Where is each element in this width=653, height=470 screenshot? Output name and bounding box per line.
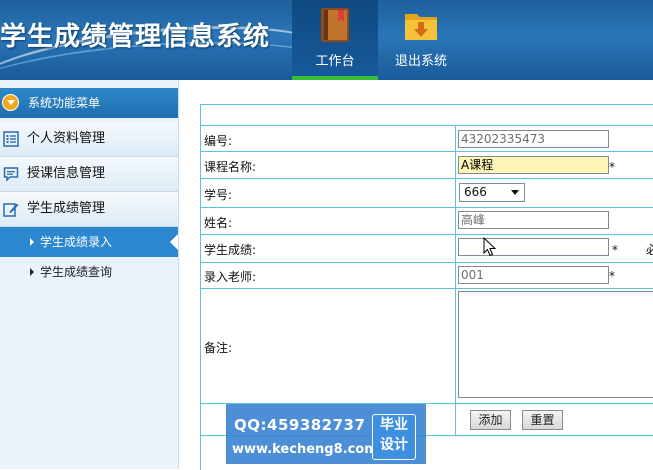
form-row-name: 姓名: 高峰 [201,208,653,235]
sidebar-item-score[interactable]: 学生成绩管理 [0,192,178,227]
form-row-score: 学生成绩: * 必 [201,235,653,263]
field-label: 备注: [204,341,233,355]
sidebar: 系统功能菜单 个人资料管理 授课信息管理 学生成绩管理 学生成绩录入 学生成绩查… [0,80,179,469]
sidebar-header-label: 系统功能菜单 [28,96,101,110]
sidebar-item-label: 授课信息管理 [27,166,106,181]
column-divider [455,208,456,234]
column-divider [455,235,456,262]
watermark-badge-line2: 设计 [380,437,408,453]
required-mark: * [609,160,615,174]
sidebar-subitem-label: 学生成绩录入 [40,235,113,249]
score-input[interactable] [458,238,609,256]
mouse-cursor-icon [483,237,497,257]
caret-right-icon [30,238,34,246]
sidebar-item-profile[interactable]: 个人资料管理 [0,122,178,157]
sidebar-subitem-score-entry[interactable]: 学生成绩录入 [0,227,178,257]
sidebar-subitem-label: 学生成绩查询 [40,265,113,279]
download-folder-icon [405,14,437,40]
teacher-input[interactable]: 001 [458,266,609,284]
remark-textarea[interactable] [458,291,653,398]
sidebar-header[interactable]: 系统功能菜单 [0,88,178,118]
chevron-down-icon [511,190,519,195]
watermark-badge: 毕业 设计 [372,414,416,460]
form-row-id: 编号: 43202335473 [201,126,653,152]
field-label: 编号: [204,134,233,148]
student-no-select[interactable]: 666 [459,183,525,202]
app-header: 学生成绩管理信息系统 工作台 退出系统 [0,0,653,80]
column-divider [455,404,456,435]
comment-icon [3,167,19,182]
watermark-url: www.kecheng8.com [232,442,378,457]
active-indicator [170,234,178,250]
sidebar-item-label: 个人资料管理 [27,131,106,146]
nav-exit-label: 退出系统 [394,54,447,69]
chevron-down-circle-icon [2,94,19,111]
required-hint: 必 [646,243,653,257]
name-input[interactable]: 高峰 [458,211,609,229]
watermark-banner: QQ:459382737 www.kecheng8.com 毕业 设计 [226,404,426,464]
column-divider [455,263,456,288]
form-row-course: 课程名称: A课程 * [201,152,653,179]
field-label: 课程名称: [204,160,257,174]
edit-icon [3,203,19,217]
field-label: 姓名: [204,216,233,230]
form-row-remark: 备注: [201,289,653,404]
field-label: 学生成绩: [204,243,257,257]
sidebar-subitem-score-query[interactable]: 学生成绩查询 [0,257,178,287]
field-label: 录入老师: [204,270,257,284]
watermark-qq: QQ:459382737 [234,416,366,434]
book-icon [321,8,349,42]
column-divider [455,152,456,178]
caret-right-icon [30,268,34,276]
column-divider [455,179,456,207]
nav-workbench-label: 工作台 [315,54,355,69]
field-label: 学号: [204,188,233,202]
reset-button[interactable]: 重置 [522,410,563,430]
watermark-badge-line1: 毕业 [380,417,408,433]
system-title: 学生成绩管理信息系统 [0,22,271,52]
form-header-row [201,105,653,126]
nav-exit[interactable]: 退出系统 [378,0,464,80]
student-no-selected: 666 [464,185,487,199]
column-divider [455,289,456,403]
required-mark: * [612,243,618,257]
sidebar-item-teaching[interactable]: 授课信息管理 [0,157,178,192]
column-divider [455,126,456,151]
required-mark: * [609,269,615,283]
add-button[interactable]: 添加 [470,410,511,430]
sidebar-item-label: 学生成绩管理 [27,201,106,216]
course-name-input[interactable]: A课程 [458,156,609,174]
nav-workbench[interactable]: 工作台 [292,0,378,80]
form-row-teacher: 录入老师: 001 * [201,263,653,289]
id-input[interactable]: 43202335473 [458,130,609,148]
list-icon [3,131,19,147]
form-row-student-no: 学号: 666 [201,179,653,208]
